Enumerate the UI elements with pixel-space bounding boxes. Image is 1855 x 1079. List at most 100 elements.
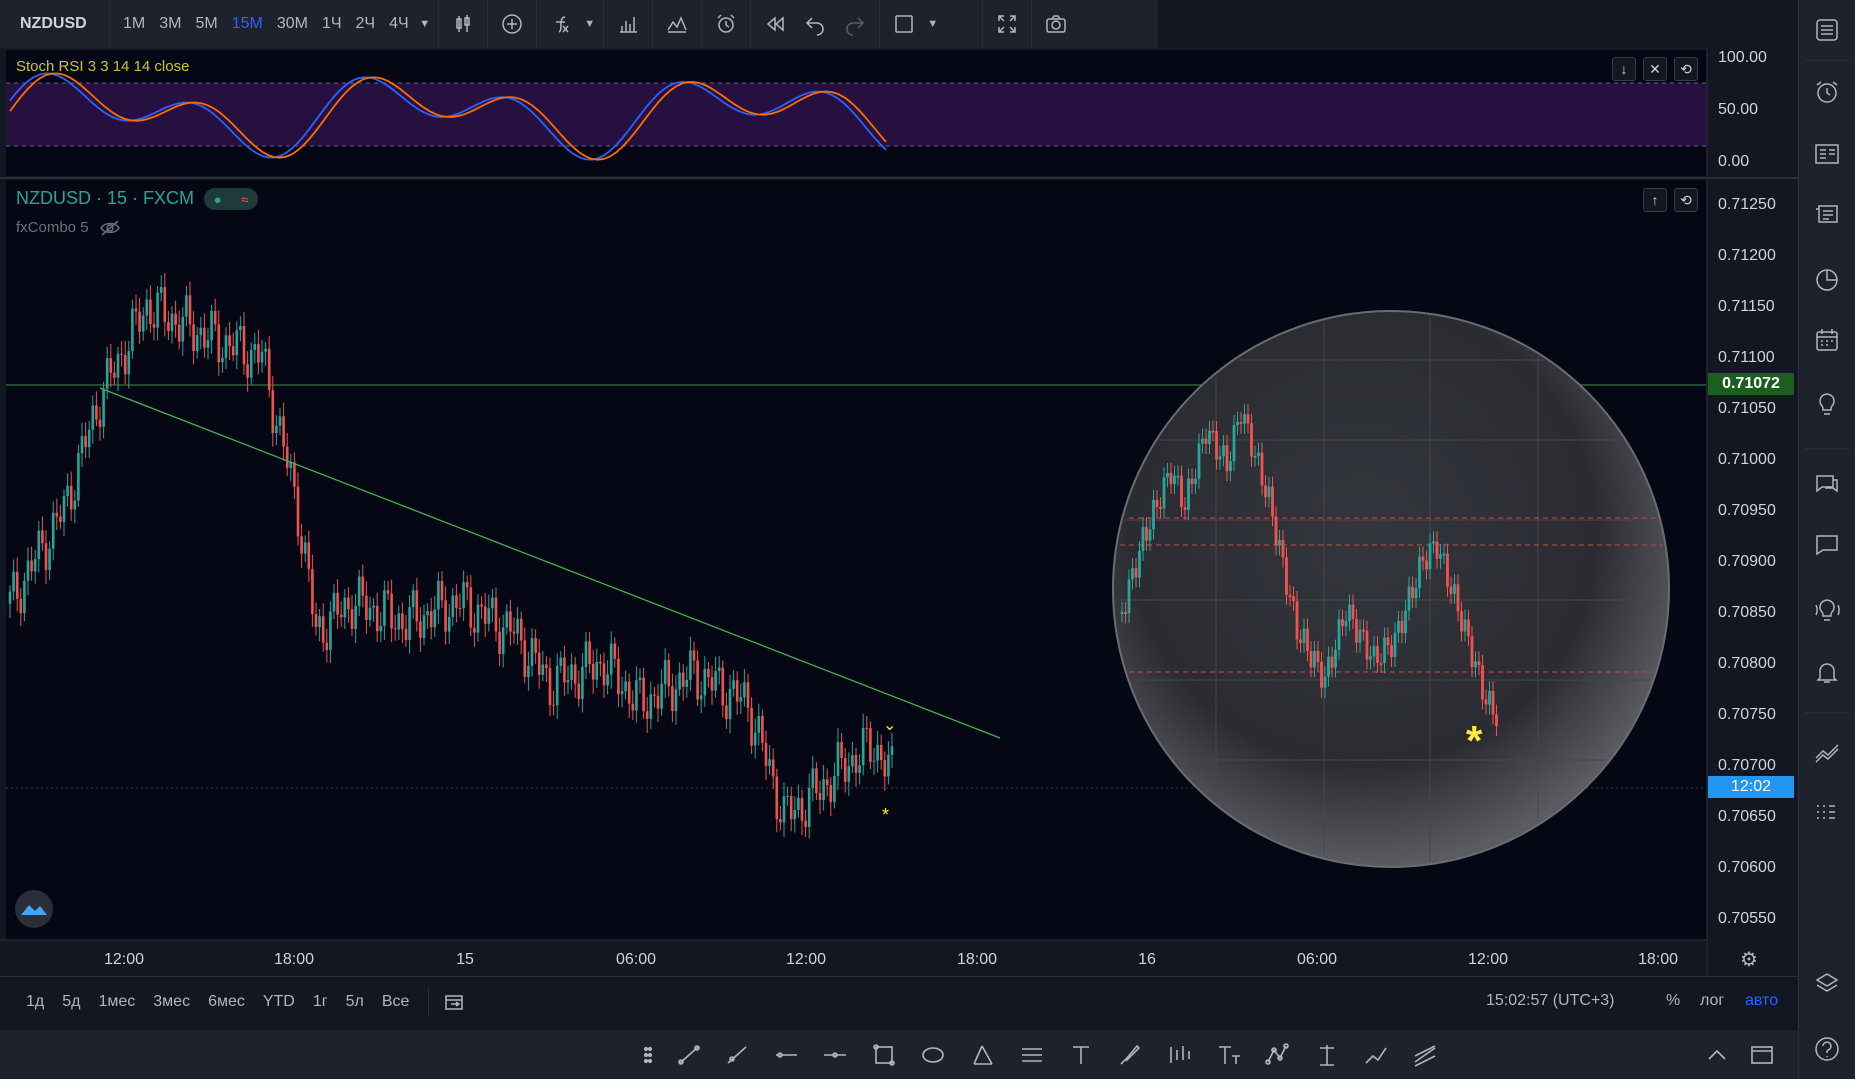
percent-toggle[interactable]: %: [1666, 992, 1680, 1010]
help-icon[interactable]: [1811, 1033, 1843, 1065]
magnifier-candle-body: [1169, 472, 1173, 484]
candle-body: [451, 595, 455, 617]
fullscreen-icon[interactable]: [987, 0, 1027, 48]
fx-dropdown-icon[interactable]: ▼: [581, 0, 599, 48]
symbol-legend[interactable]: NZDUSD · 15 · FXCM: [16, 188, 194, 209]
angle-icon[interactable]: [966, 1038, 1000, 1072]
brush-icon[interactable]: [1113, 1038, 1147, 1072]
rectangle-icon[interactable]: [867, 1038, 901, 1072]
timeframe-1-button[interactable]: 3M: [152, 0, 188, 48]
magnifier-candle-body: [1432, 541, 1435, 544]
chats-icon[interactable]: [1811, 468, 1843, 500]
timeframe-0-button[interactable]: 1M: [116, 0, 152, 48]
maximize-main-pane-button[interactable]: ⟲: [1674, 188, 1698, 212]
magnifier-star-icon: *: [1466, 717, 1483, 764]
anchored-vwap-icon[interactable]: [1310, 1038, 1344, 1072]
range-7-button[interactable]: 5л: [337, 993, 373, 1011]
ideas-icon[interactable]: [1811, 388, 1843, 420]
auto-toggle[interactable]: авто: [1745, 992, 1778, 1010]
candle-body: [260, 351, 264, 363]
candle-body: [627, 681, 631, 704]
dom-icon[interactable]: [1811, 796, 1843, 828]
streams-icon[interactable]: [1811, 594, 1843, 626]
fx-icon[interactable]: [541, 0, 581, 48]
timeframe-dropdown-icon[interactable]: ▼: [416, 0, 434, 48]
window-icon[interactable]: [1745, 1038, 1779, 1072]
parallel-channel-icon[interactable]: [1015, 1038, 1049, 1072]
time-axis-label: 12:00: [1468, 951, 1508, 968]
timeframe-3-button[interactable]: 15M: [225, 0, 270, 48]
candle-body: [530, 638, 534, 666]
pattern-icon[interactable]: [1261, 1038, 1295, 1072]
log-toggle[interactable]: лог: [1700, 992, 1724, 1010]
collapse-icon[interactable]: [1700, 1038, 1734, 1072]
range-3-button[interactable]: 3мес: [144, 993, 199, 1011]
candle-body: [296, 486, 300, 537]
ray-icon[interactable]: [720, 1038, 754, 1072]
range-4-button[interactable]: 6мес: [199, 993, 254, 1011]
layers-icon[interactable]: [1811, 968, 1843, 1000]
market-status-pill[interactable]: ● ≈: [204, 188, 258, 210]
long-position-icon[interactable]: [1162, 1038, 1196, 1072]
close-pane-button[interactable]: ✕: [1643, 57, 1667, 81]
broker-logo-icon[interactable]: [15, 890, 53, 928]
camera-icon[interactable]: [1036, 0, 1076, 48]
range-8-button[interactable]: Все: [373, 993, 419, 1011]
trendline-icon[interactable]: [672, 1038, 706, 1072]
goto-date-icon[interactable]: [439, 991, 469, 1013]
fib-icon[interactable]: [1408, 1038, 1442, 1072]
candle-body: [512, 631, 516, 634]
candle-body: [548, 668, 552, 705]
anchored-text-icon[interactable]: [1212, 1038, 1246, 1072]
chart-area[interactable]: 100.00 50.00 0.00 0.71250 0.71200 0.71150 0.71…: [0, 48, 1798, 976]
trading-panel-icon[interactable]: [1811, 736, 1843, 768]
stoch-rsi-legend[interactable]: Stoch RSI 3 3 14 14 close: [16, 58, 189, 75]
horizontal-ray-icon[interactable]: [769, 1038, 803, 1072]
maximize-pane-button[interactable]: ⟲: [1674, 57, 1698, 81]
replay-icon[interactable]: [755, 0, 795, 48]
timeframe-2-button[interactable]: 5M: [188, 0, 224, 48]
candle-body: [26, 560, 30, 581]
watchlist-icon[interactable]: [1811, 14, 1843, 46]
range-2-button[interactable]: 1мес: [89, 993, 144, 1011]
timeframe-6-button[interactable]: 2Ч: [349, 0, 383, 48]
range-5-button[interactable]: YTD: [254, 993, 304, 1011]
data-window-icon[interactable]: [1811, 138, 1843, 170]
clock-label[interactable]: 15:02:57 (UTC+3): [1486, 992, 1615, 1010]
layout-icon[interactable]: [884, 0, 924, 48]
ellipse-icon[interactable]: [916, 1038, 950, 1072]
chart-canvas[interactable]: 100.00 50.00 0.00 0.71250 0.71200 0.71150 0.71…: [0, 48, 1798, 976]
messages-icon[interactable]: [1811, 528, 1843, 560]
timeframe-7-button[interactable]: 4Ч: [382, 0, 416, 48]
timeframe-4-button[interactable]: 30M: [270, 0, 315, 48]
add-indicator-icon[interactable]: [492, 0, 532, 48]
bar-chart-icon[interactable]: [608, 0, 648, 48]
candle-body: [505, 611, 509, 628]
horizontal-line-icon[interactable]: [818, 1038, 852, 1072]
undo-icon[interactable]: [795, 0, 835, 48]
notifications-icon[interactable]: [1811, 656, 1843, 688]
hidden-eye-icon[interactable]: [99, 219, 121, 236]
move-pane-down-button[interactable]: ↓: [1612, 57, 1636, 81]
range-0-button[interactable]: 1д: [17, 993, 53, 1011]
alarm-clock-icon[interactable]: [1811, 76, 1843, 108]
candle-body: [321, 616, 325, 643]
news-icon[interactable]: [1811, 198, 1843, 230]
symbol-search-button[interactable]: NZDUSD: [0, 0, 110, 48]
timeframe-5-button[interactable]: 1Ч: [315, 0, 349, 48]
layout-dropdown-icon[interactable]: ▼: [924, 0, 942, 48]
range-6-button[interactable]: 1г: [304, 993, 337, 1011]
redo-icon[interactable]: [835, 0, 875, 48]
candle-body: [411, 590, 415, 608]
candles-icon[interactable]: [443, 0, 483, 48]
calendar-icon[interactable]: [1811, 324, 1843, 356]
range-1-button[interactable]: 5д: [53, 993, 89, 1011]
hotlist-icon[interactable]: [1811, 264, 1843, 296]
move-pane-up-button[interactable]: ↑: [1643, 188, 1667, 212]
text-icon[interactable]: [1064, 1038, 1098, 1072]
alert-icon[interactable]: [706, 0, 746, 48]
indicator-legend[interactable]: fxCombo 5: [16, 219, 121, 236]
path-icon[interactable]: [1359, 1038, 1393, 1072]
drag-handle-icon[interactable]: [640, 1038, 656, 1072]
compare-icon[interactable]: [657, 0, 697, 48]
